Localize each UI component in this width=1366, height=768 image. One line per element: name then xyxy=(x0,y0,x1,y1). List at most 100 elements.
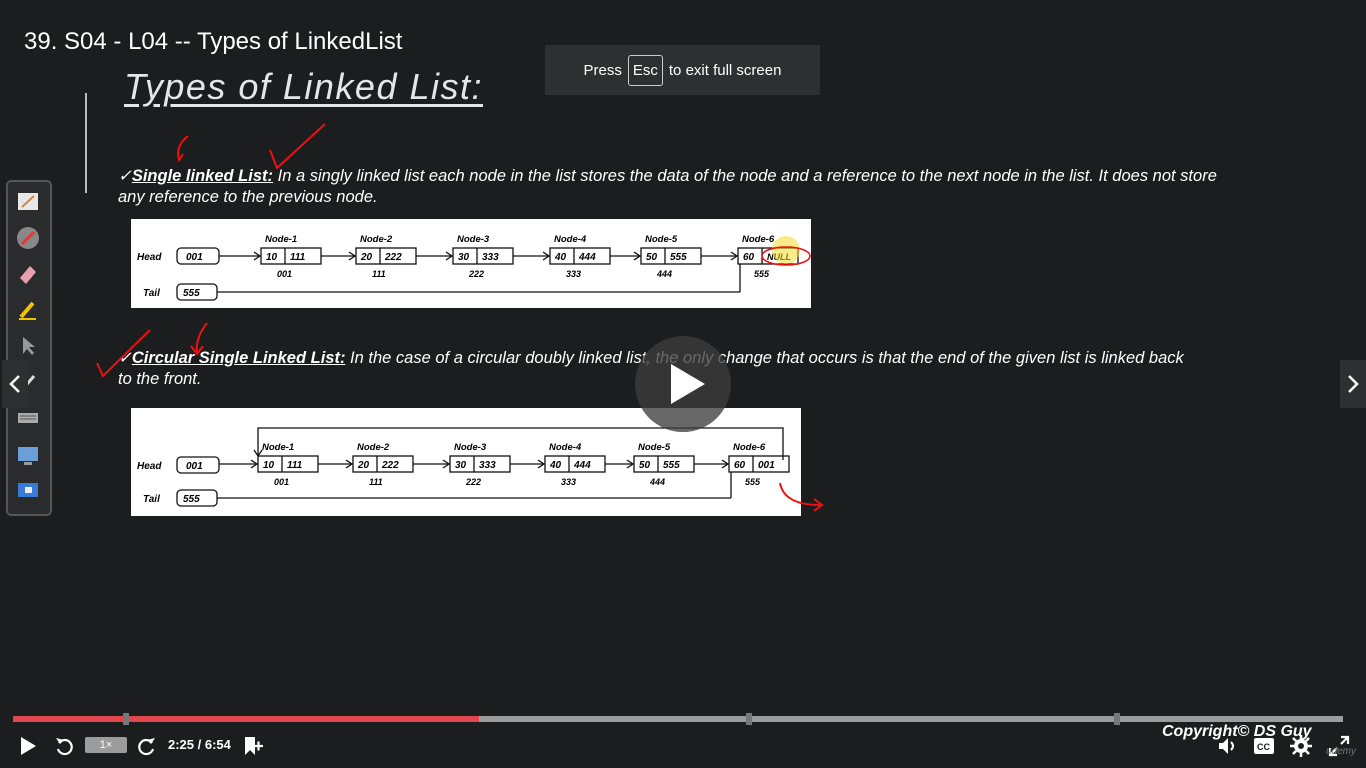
single-linked-list-diagram: Head 001 Tail 555 Node-1 10 111 001 Node-2 20 222 1… xyxy=(131,219,811,308)
circular-link xyxy=(257,427,784,460)
annotation-toolbar xyxy=(6,180,52,516)
node-data: 50 xyxy=(639,460,651,471)
tail-label: Tail xyxy=(143,288,160,299)
node-name: Node-3 xyxy=(454,442,487,453)
node-address: 555 xyxy=(745,477,761,487)
node-address: 111 xyxy=(372,269,386,279)
node-data: 20 xyxy=(360,252,373,263)
copyright-text: Copyright© DS Guy xyxy=(1162,723,1312,740)
node-address: 555 xyxy=(754,269,770,279)
node-data: 40 xyxy=(554,252,567,263)
node-name: Node-1 xyxy=(265,234,297,245)
node-data: 20 xyxy=(357,460,370,471)
slide-divider xyxy=(85,93,87,193)
esc-key: Esc xyxy=(627,54,663,86)
node-next: 111 xyxy=(287,460,303,471)
head-label: Head xyxy=(137,252,162,263)
node-address: 222 xyxy=(468,269,484,279)
node-next: 555 xyxy=(663,460,680,471)
slide-heading: Types of Linked List: xyxy=(124,66,483,107)
next-lecture-button[interactable] xyxy=(1340,360,1366,408)
checkmark: ✓ xyxy=(118,349,132,367)
node-name: Node-2 xyxy=(360,234,393,245)
previous-lecture-button[interactable] xyxy=(2,360,28,408)
node-address: 222 xyxy=(465,477,481,487)
whiteboard-icon[interactable] xyxy=(16,190,40,214)
head-value: 001 xyxy=(186,461,203,472)
node-address: 444 xyxy=(656,269,672,279)
cursor-highlight xyxy=(772,236,800,264)
node-next: 333 xyxy=(479,460,496,471)
forward-icon[interactable] xyxy=(137,736,157,756)
chapter-marker[interactable] xyxy=(123,713,130,725)
node-data: 60 xyxy=(743,252,755,263)
chapter-marker[interactable] xyxy=(1114,713,1121,725)
node-data: 30 xyxy=(458,252,470,263)
node-data: 60 xyxy=(734,460,746,471)
pointer-icon[interactable] xyxy=(16,334,40,358)
node-data: 10 xyxy=(263,460,275,471)
tail-label: Tail xyxy=(143,494,160,505)
node-name: Node-5 xyxy=(638,442,671,453)
node-address: 001 xyxy=(274,477,289,487)
fullscreen-notice-suffix: to exit full screen xyxy=(668,61,782,79)
node-data: 30 xyxy=(455,460,467,471)
lecture-title: 39. S04 - L04 -- Types of LinkedList xyxy=(24,28,403,55)
svg-text:CC: CC xyxy=(1257,742,1270,752)
node-address: 333 xyxy=(561,477,576,487)
node-next: 333 xyxy=(482,252,499,263)
node-next: 222 xyxy=(384,252,402,263)
node-data: 50 xyxy=(646,252,658,263)
single-list-paragraph: ✓Single linked List: In a singly linked … xyxy=(118,166,1218,208)
tail-value: 555 xyxy=(183,494,200,505)
node-data: 10 xyxy=(266,252,278,263)
rewind-icon[interactable] xyxy=(54,736,74,756)
node-next: 555 xyxy=(670,252,687,263)
circular-list-label: Circular Single Linked List: xyxy=(131,349,346,367)
fullscreen-notice-press: Press xyxy=(583,61,622,79)
tail-value: 555 xyxy=(183,288,200,299)
node-next: 444 xyxy=(573,460,591,471)
big-play-button[interactable] xyxy=(635,336,731,432)
node-next: 001 xyxy=(758,460,775,471)
fullscreen-notice: Press Esc to exit full screen xyxy=(545,45,820,95)
chapter-marker[interactable] xyxy=(745,713,752,725)
node-address: 001 xyxy=(277,269,292,279)
checkmark: ✓ xyxy=(118,167,132,185)
node-name: Node-1 xyxy=(262,442,294,453)
chevron-right-icon xyxy=(1348,375,1359,393)
screen-capture-icon[interactable] xyxy=(16,444,40,468)
node-name: Node-2 xyxy=(357,442,390,453)
keyboard-icon[interactable] xyxy=(16,406,40,430)
add-note-icon[interactable] xyxy=(242,735,264,757)
progress-fill xyxy=(13,716,479,722)
play-icon[interactable] xyxy=(18,736,38,756)
chevron-left-icon xyxy=(9,375,20,393)
pen-icon[interactable] xyxy=(16,226,40,250)
head-value: 001 xyxy=(186,252,203,263)
node-address: 444 xyxy=(649,477,665,487)
node-data: 40 xyxy=(549,460,562,471)
node-name: Node-6 xyxy=(742,234,775,245)
head-label: Head xyxy=(137,461,162,472)
node-next: 111 xyxy=(290,252,306,263)
display-settings-icon[interactable] xyxy=(16,480,40,504)
eraser-icon[interactable] xyxy=(16,262,40,286)
node-next: 222 xyxy=(381,460,399,471)
progress-bar[interactable] xyxy=(13,713,1343,725)
single-list-text: In a singly linked list each node in the… xyxy=(118,167,1217,206)
node-name: Node-4 xyxy=(554,234,587,245)
highlighter-icon[interactable] xyxy=(16,298,40,322)
node-address: 333 xyxy=(566,269,581,279)
udemy-watermark: udemy xyxy=(1326,746,1357,757)
node-name: Node-6 xyxy=(733,442,766,453)
play-icon xyxy=(671,364,705,404)
playback-speed-button[interactable]: 1× xyxy=(85,737,127,753)
node-next: 444 xyxy=(578,252,596,263)
node-name: Node-5 xyxy=(645,234,678,245)
node-name: Node-3 xyxy=(457,234,490,245)
node-name: Node-4 xyxy=(549,442,582,453)
single-list-label: Single linked List: xyxy=(131,167,274,185)
node-address: 111 xyxy=(369,477,383,487)
time-display: 2:25 / 6:54 xyxy=(168,737,231,752)
